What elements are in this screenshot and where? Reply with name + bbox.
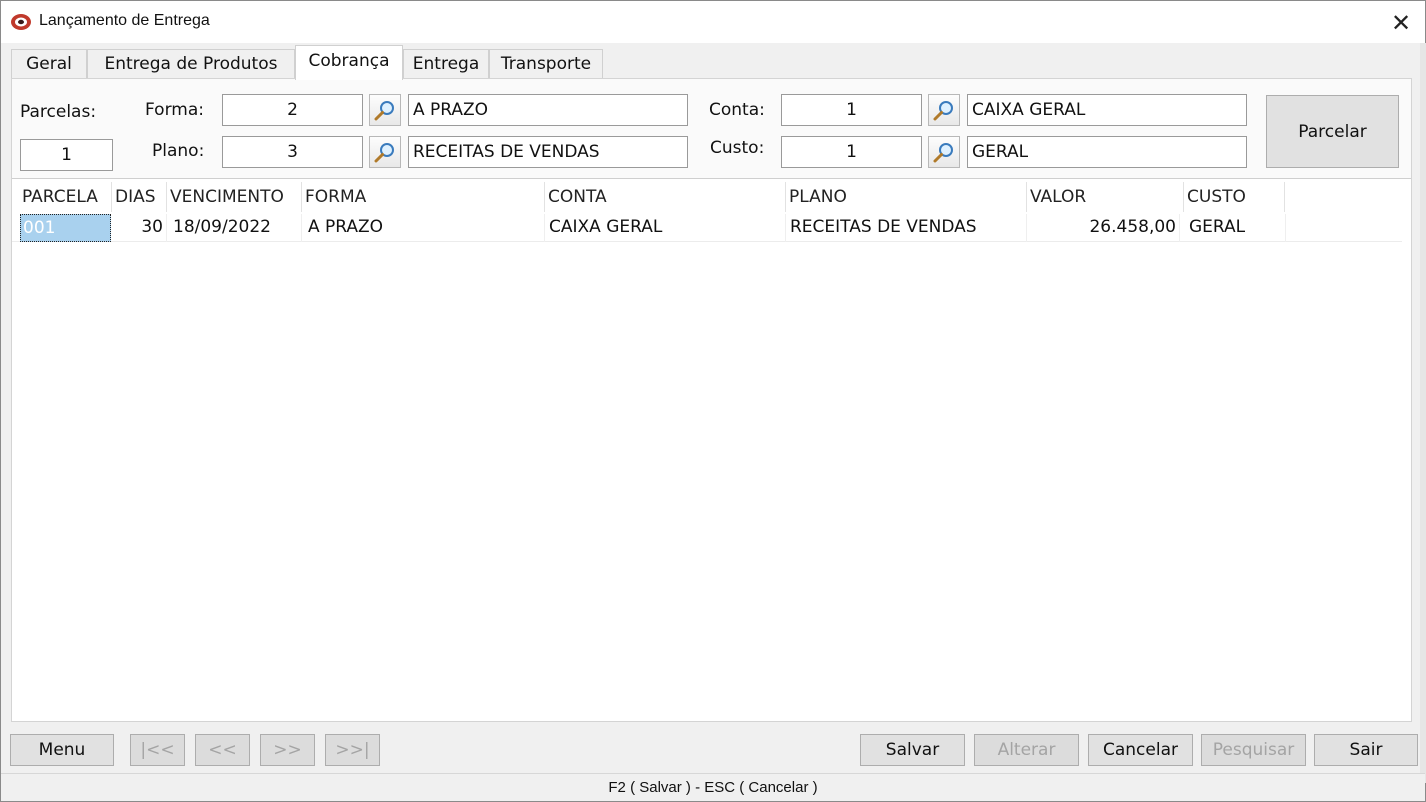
cell-valor[interactable]: 26.458,00 [1028, 214, 1180, 242]
custo-label: Custo: [710, 138, 765, 158]
cell-conta[interactable]: CAIXA GERAL [546, 214, 786, 242]
plano-lookup-button[interactable] [369, 136, 401, 168]
first-record-button[interactable]: |<< [130, 734, 185, 766]
conta-description-field[interactable]: CAIXA GERAL [967, 94, 1247, 126]
alterar-button[interactable]: Alterar [974, 734, 1079, 766]
window-title: Lançamento de Entrega [39, 12, 210, 29]
title-bar: Lançamento de Entrega ✕ [1, 1, 1425, 43]
pesquisar-button[interactable]: Pesquisar [1201, 734, 1306, 766]
menu-button[interactable]: Menu [10, 734, 114, 766]
forma-lookup-button[interactable] [369, 94, 401, 126]
plano-description-field[interactable]: RECEITAS DE VENDAS [408, 136, 688, 168]
last-record-button[interactable]: >>| [325, 734, 380, 766]
magnifier-icon [374, 143, 394, 163]
column-header-forma[interactable]: FORMA [303, 182, 545, 212]
previous-record-button[interactable]: << [195, 734, 250, 766]
conta-lookup-button[interactable] [928, 94, 960, 126]
dialog-window: Lançamento de Entrega ✕ Geral Entrega de… [0, 0, 1426, 802]
cell-custo[interactable]: GERAL [1186, 214, 1286, 242]
next-record-button[interactable]: >> [260, 734, 315, 766]
column-header-custo[interactable]: CUSTO [1185, 182, 1285, 212]
billing-form: Parcelas: 1 Forma: 2 A PRAZO Plano: 3 RE… [12, 79, 1411, 179]
tab-cobranca[interactable]: Cobrança [295, 45, 403, 80]
column-header-vencimento[interactable]: VENCIMENTO [168, 182, 302, 212]
parcelar-button[interactable]: Parcelar [1266, 95, 1399, 168]
tab-entrega-de-produtos[interactable]: Entrega de Produtos [87, 49, 295, 79]
salvar-button[interactable]: Salvar [860, 734, 965, 766]
close-button[interactable]: ✕ [1385, 9, 1417, 37]
column-header-conta[interactable]: CONTA [546, 182, 786, 212]
magnifier-icon [933, 101, 953, 121]
forma-label: Forma: [145, 100, 204, 120]
cobranca-panel: Parcelas: 1 Forma: 2 A PRAZO Plano: 3 RE… [11, 78, 1412, 722]
custo-lookup-button[interactable] [928, 136, 960, 168]
custo-description-field[interactable]: GERAL [967, 136, 1247, 168]
column-header-parcela[interactable]: PARCELA [20, 182, 112, 212]
bottom-toolbar: Menu |<< << >> >>| Salvar Alterar Cancel… [1, 727, 1425, 773]
cell-forma[interactable]: A PRAZO [303, 214, 545, 242]
magnifier-icon [374, 101, 394, 121]
status-bar: F2 ( Salvar ) - ESC ( Cancelar ) [1, 773, 1425, 801]
cell-dias[interactable]: 30 [113, 214, 167, 242]
conta-code-input[interactable]: 1 [781, 94, 922, 126]
cell-plano[interactable]: RECEITAS DE VENDAS [787, 214, 1027, 242]
grid-header: PARCELA DIAS VENCIMENTO FORMA CONTA PLAN… [12, 182, 1411, 212]
parcelas-input[interactable]: 1 [20, 139, 113, 171]
window-edge-strip [1420, 43, 1426, 783]
column-header-plano[interactable]: PLANO [787, 182, 1027, 212]
cell-vencimento[interactable]: 18/09/2022 [168, 214, 302, 242]
column-header-dias[interactable]: DIAS [113, 182, 167, 212]
magnifier-icon [933, 143, 953, 163]
column-header-valor[interactable]: VALOR [1028, 182, 1184, 212]
plano-code-input[interactable]: 3 [222, 136, 363, 168]
parcelas-label: Parcelas: [20, 102, 97, 122]
cancelar-button[interactable]: Cancelar [1088, 734, 1193, 766]
plano-label: Plano: [152, 141, 205, 161]
close-icon: ✕ [1390, 9, 1412, 37]
cell-parcela[interactable]: 001 [20, 214, 111, 242]
table-row[interactable]: 001 30 18/09/2022 A PRAZO CAIXA GERAL RE… [12, 214, 1402, 242]
tab-entrega[interactable]: Entrega [403, 49, 489, 79]
custo-code-input[interactable]: 1 [781, 136, 922, 168]
forma-code-input[interactable]: 2 [222, 94, 363, 126]
conta-label: Conta: [709, 100, 765, 120]
sair-button[interactable]: Sair [1314, 734, 1418, 766]
forma-description-field[interactable]: A PRAZO [408, 94, 688, 126]
tab-transporte[interactable]: Transporte [489, 49, 603, 79]
tab-geral[interactable]: Geral [11, 49, 87, 79]
app-logo-icon [10, 13, 32, 31]
